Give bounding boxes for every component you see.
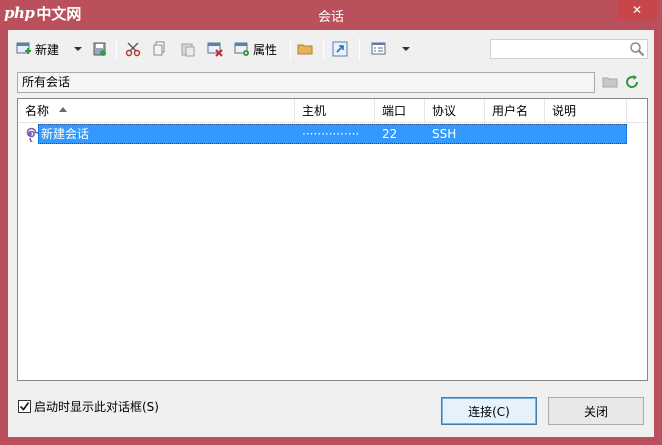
window-close-button[interactable]: ✕ xyxy=(617,0,657,20)
close-button[interactable]: 关闭 xyxy=(548,397,644,425)
toolbar-separator xyxy=(290,38,291,60)
checkmark-icon xyxy=(19,401,30,411)
session-search-input[interactable] xyxy=(490,39,648,59)
refresh-icon[interactable] xyxy=(624,74,640,90)
close-icon: ✕ xyxy=(631,3,643,17)
column-header-username[interactable]: 用户名 xyxy=(485,99,545,123)
list-view-icon xyxy=(371,42,386,55)
window-title: 会话 xyxy=(317,10,344,25)
list-header: 名称 主机 端口 协议 用户名 说明 xyxy=(18,99,647,123)
column-header-host[interactable]: 主机 xyxy=(295,99,375,123)
chevron-down-icon xyxy=(402,47,410,51)
table-row[interactable]: 新建会话 ··············· 22 SSH xyxy=(18,124,647,144)
delete-icon xyxy=(207,42,223,57)
session-swirl-icon xyxy=(26,127,38,142)
open-folder-button[interactable] xyxy=(297,37,313,61)
session-list[interactable]: 名称 主机 端口 协议 用户名 说明 新建会话 ··············· … xyxy=(17,98,648,381)
session-host-cell: ··············· xyxy=(302,127,360,141)
view-dropdown-button[interactable] xyxy=(402,37,410,61)
properties-button[interactable]: 属性 xyxy=(234,37,277,61)
session-port-cell: 22 xyxy=(382,127,398,141)
view-mode-button[interactable] xyxy=(371,37,387,61)
column-header-port[interactable]: 端口 xyxy=(375,99,425,123)
toolbar-separator xyxy=(116,38,117,60)
toolbar: 新建 属性 xyxy=(8,34,654,64)
column-name-label: 名称 xyxy=(25,104,50,118)
column-header-description[interactable]: 说明 xyxy=(545,99,627,123)
new-session-button[interactable]: 新建 xyxy=(16,37,59,61)
session-name-cell: 新建会话 xyxy=(41,127,90,141)
title-bar[interactable]: php 中文网 会话 ✕ xyxy=(0,0,662,30)
properties-label: 属性 xyxy=(253,42,278,57)
shortcut-arrow-icon xyxy=(332,41,348,57)
copy-button[interactable] xyxy=(152,37,168,61)
copy-icon xyxy=(153,41,165,56)
cut-button[interactable] xyxy=(125,37,143,61)
search-icon xyxy=(630,42,645,57)
sort-ascending-icon xyxy=(59,107,68,112)
paste-button[interactable] xyxy=(180,37,196,61)
show-on-startup-checkbox[interactable] xyxy=(18,400,31,413)
save-session-button[interactable] xyxy=(92,37,108,61)
scissors-icon xyxy=(125,42,141,57)
folder-up-icon[interactable] xyxy=(602,74,618,90)
session-protocol-cell: SSH xyxy=(432,127,457,141)
column-header-protocol[interactable]: 协议 xyxy=(425,99,485,123)
new-session-label: 新建 xyxy=(35,42,60,57)
session-dialog: php 中文网 会话 ✕ 新建 属性 所有会话 名称 主机 端口 协议 用户名 … xyxy=(0,0,662,445)
properties-icon xyxy=(234,42,249,56)
launch-shortcut-button[interactable] xyxy=(332,37,348,61)
dialog-body: 新建 属性 所有会话 名称 主机 端口 协议 用户名 说明 新建会话 ·····… xyxy=(8,30,654,437)
folder-icon xyxy=(297,44,313,55)
show-on-startup-label[interactable]: 启动时显示此对话框(S) xyxy=(34,399,159,415)
save-icon xyxy=(93,42,106,56)
column-header-name[interactable]: 名称 xyxy=(18,99,295,123)
chevron-down-icon xyxy=(74,47,82,51)
toolbar-separator xyxy=(323,38,324,60)
new-dropdown-button[interactable] xyxy=(74,37,82,61)
new-session-icon xyxy=(16,42,31,54)
delete-button[interactable] xyxy=(207,37,223,61)
toolbar-separator xyxy=(359,38,360,60)
paste-icon xyxy=(181,43,195,57)
session-path-bar[interactable]: 所有会话 xyxy=(17,72,595,93)
connect-button[interactable]: 连接(C) xyxy=(441,397,537,425)
